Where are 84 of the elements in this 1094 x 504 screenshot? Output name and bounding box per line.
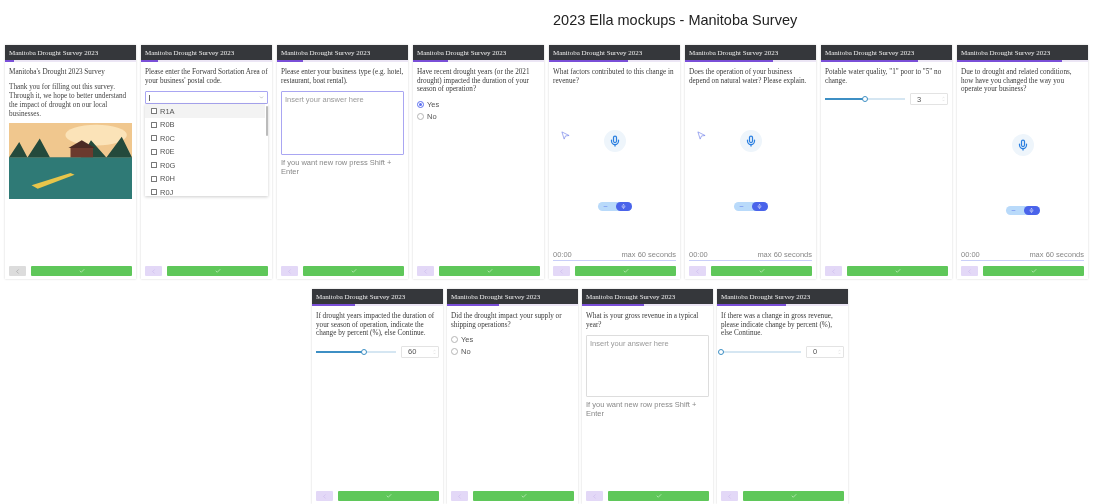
submit-button[interactable] xyxy=(711,266,812,276)
submit-button[interactable] xyxy=(847,266,948,276)
check-icon xyxy=(350,268,357,274)
microphone-button[interactable] xyxy=(603,130,626,153)
submit-button[interactable] xyxy=(743,491,844,501)
check-icon xyxy=(520,493,527,499)
radio-button[interactable] xyxy=(417,100,424,108)
chevron-left-icon xyxy=(694,267,701,275)
recording-toggle[interactable] xyxy=(733,202,768,212)
checkbox[interactable] xyxy=(151,175,157,182)
scrollbar[interactable] xyxy=(266,106,268,137)
chevron-left-icon xyxy=(591,492,598,500)
check-icon xyxy=(894,268,901,274)
checkbox[interactable] xyxy=(151,108,157,115)
slider-track[interactable] xyxy=(721,350,801,353)
submit-button[interactable] xyxy=(983,266,1084,276)
chevron-left-icon xyxy=(286,267,293,275)
minus-icon xyxy=(1010,208,1016,214)
slider-thumb[interactable] xyxy=(718,348,724,355)
checkbox[interactable] xyxy=(151,121,157,128)
checkbox[interactable] xyxy=(151,148,157,155)
check-icon xyxy=(385,493,392,499)
chevron-left-icon xyxy=(726,492,733,500)
submit-button[interactable] xyxy=(31,266,132,276)
back-button[interactable] xyxy=(145,266,162,276)
submit-button[interactable] xyxy=(167,266,268,276)
chevron-left-icon xyxy=(456,492,463,500)
submit-button[interactable] xyxy=(303,266,404,276)
check-icon xyxy=(486,268,493,274)
back-button[interactable] xyxy=(417,266,434,276)
board-title: 2023 Ella mockups - Manitoba Survey xyxy=(553,11,799,30)
text-cursor-icon xyxy=(149,94,150,101)
microphone-icon xyxy=(608,135,621,148)
check-icon xyxy=(78,268,85,274)
submit-button[interactable] xyxy=(473,491,574,501)
chevron-left-icon xyxy=(966,267,973,275)
slider-thumb[interactable] xyxy=(361,348,367,355)
back-button[interactable] xyxy=(586,491,603,501)
recording-toggle[interactable] xyxy=(597,202,632,212)
chevron-left-icon xyxy=(830,267,837,275)
back-button[interactable] xyxy=(316,491,333,501)
check-icon xyxy=(622,268,629,274)
submit-button[interactable] xyxy=(338,491,439,501)
chevron-left-icon xyxy=(558,267,565,275)
checkbox[interactable] xyxy=(151,162,157,169)
slider-track[interactable] xyxy=(316,350,396,353)
check-icon xyxy=(758,268,765,274)
chevron-left-icon xyxy=(422,267,429,275)
checkbox[interactable] xyxy=(151,135,157,142)
check-icon xyxy=(790,493,797,499)
microphone-icon xyxy=(744,135,757,148)
back-button[interactable] xyxy=(281,266,298,276)
caret-icon xyxy=(259,95,264,101)
back-button[interactable] xyxy=(451,491,468,501)
radio-button[interactable] xyxy=(417,112,424,120)
check-icon xyxy=(1030,268,1037,274)
microphone-button[interactable] xyxy=(1011,134,1034,157)
back-button[interactable] xyxy=(553,266,570,276)
slider-track[interactable] xyxy=(825,98,905,101)
chevron-left-icon xyxy=(150,267,157,275)
radio-button[interactable] xyxy=(451,348,458,356)
submit-button[interactable] xyxy=(575,266,676,276)
back-button[interactable] xyxy=(825,266,842,276)
microphone-icon xyxy=(621,204,626,210)
back-button[interactable] xyxy=(721,491,738,501)
check-icon xyxy=(655,493,662,499)
recording-toggle[interactable] xyxy=(1005,206,1040,216)
dropdown-field[interactable] xyxy=(145,91,268,105)
back-button[interactable] xyxy=(689,266,706,276)
microphone-icon xyxy=(1016,139,1029,152)
submit-button[interactable] xyxy=(608,491,709,501)
checkbox[interactable] xyxy=(151,189,157,196)
chevron-left-icon xyxy=(14,267,21,275)
submit-button[interactable] xyxy=(439,266,540,276)
microphone-icon xyxy=(1029,208,1034,214)
minus-icon xyxy=(738,204,744,210)
microphone-button[interactable] xyxy=(739,130,762,153)
microphone-icon xyxy=(757,204,762,210)
chevron-left-icon xyxy=(321,492,328,500)
check-icon xyxy=(214,268,221,274)
slider-thumb[interactable] xyxy=(862,96,868,103)
minus-icon xyxy=(602,204,608,210)
back-button[interactable] xyxy=(961,266,978,276)
radio-button[interactable] xyxy=(451,336,458,344)
